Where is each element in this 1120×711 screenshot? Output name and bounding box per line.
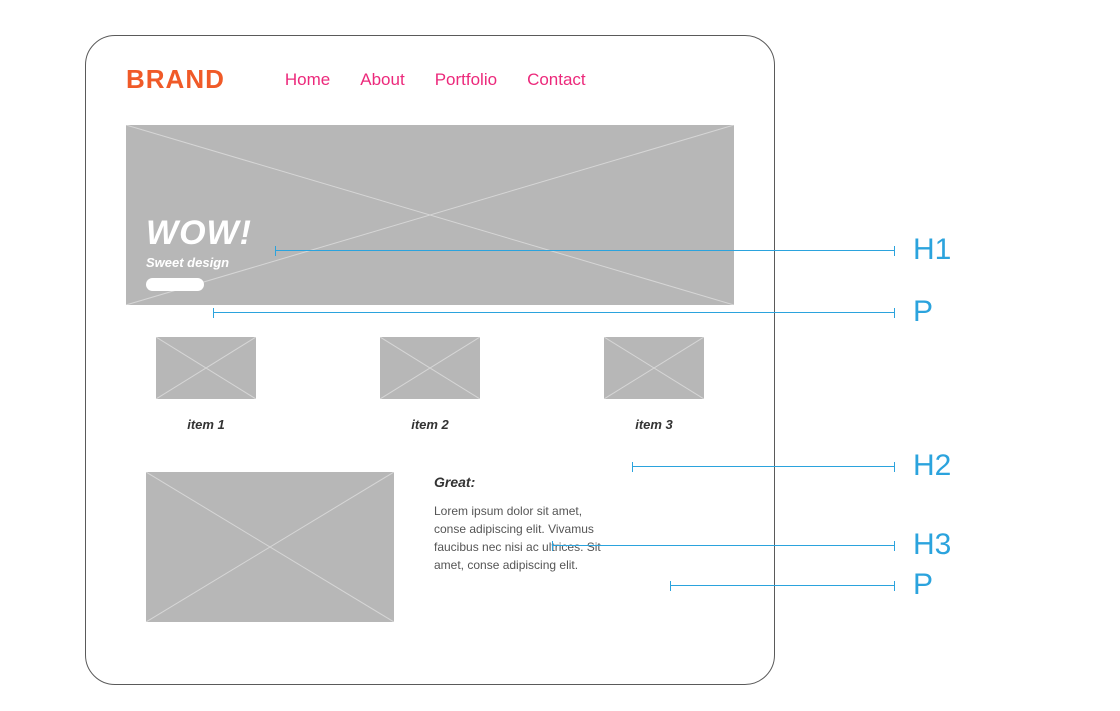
hero-image-placeholder: WOW! Sweet design: [126, 125, 734, 305]
hero-title: WOW!: [146, 214, 252, 253]
annotation-label: H2: [913, 449, 951, 483]
annotation-line: [632, 466, 895, 467]
item-label: item 2: [411, 417, 449, 432]
hero-subtitle: Sweet design: [146, 255, 252, 270]
item-thumbnail-placeholder: [380, 337, 480, 399]
brand-logo: BRAND: [126, 64, 225, 95]
annotation-label: P: [913, 295, 933, 329]
item-thumbnail-placeholder: [156, 337, 256, 399]
nav-contact[interactable]: Contact: [527, 70, 586, 90]
annotation-line: [275, 250, 895, 251]
primary-nav: Home About Portfolio Contact: [285, 70, 586, 90]
detail-image-placeholder: [146, 472, 394, 622]
items-row: item 1 item 2 item 3: [146, 337, 714, 432]
header: BRAND Home About Portfolio Contact: [86, 36, 774, 107]
annotation-line: [670, 585, 895, 586]
item-card: item 2: [370, 337, 490, 432]
item-label: item 1: [187, 417, 225, 432]
annotation-h2: H2: [632, 449, 951, 483]
annotation-label: H3: [913, 528, 951, 562]
item-card: item 1: [146, 337, 266, 432]
annotation-h1: H1: [275, 233, 951, 267]
annotation-label: P: [913, 568, 933, 602]
cta-button-placeholder[interactable]: [146, 278, 204, 291]
annotation-h3: H3: [552, 528, 951, 562]
annotation-line: [213, 312, 895, 313]
item-thumbnail-placeholder: [604, 337, 704, 399]
annotation-label: H1: [913, 233, 951, 267]
annotation-p: P: [213, 295, 933, 329]
item-card: item 3: [594, 337, 714, 432]
annotation-line: [552, 545, 895, 546]
item-label: item 3: [635, 417, 673, 432]
nav-portfolio[interactable]: Portfolio: [435, 70, 497, 90]
nav-about[interactable]: About: [360, 70, 404, 90]
nav-home[interactable]: Home: [285, 70, 330, 90]
annotation-p: P: [670, 568, 933, 602]
hero-content: WOW! Sweet design: [146, 214, 252, 291]
